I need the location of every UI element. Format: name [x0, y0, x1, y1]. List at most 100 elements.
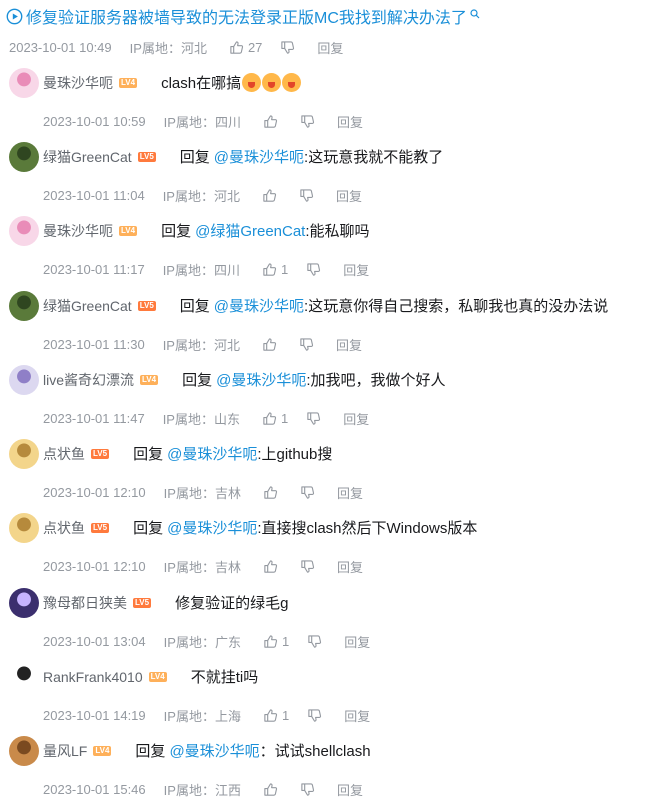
avatar[interactable]	[9, 291, 39, 321]
dislike-button[interactable]	[300, 559, 315, 574]
dislike-button[interactable]	[280, 40, 295, 55]
like-button[interactable]	[263, 485, 282, 500]
like-button[interactable]: 1	[262, 262, 288, 277]
comment-row: 点状鱼 LV5 回复 @曼珠沙华呃:直接搜clash然后下Windows版本 2023-…	[0, 511, 657, 585]
reply-button[interactable]: 回复	[337, 557, 363, 576]
comment-row: RankFrank4010 LV4 不就挂ti吗 2023-10-01 14:19 IP…	[0, 660, 657, 734]
avatar[interactable]	[9, 588, 39, 618]
reply-button[interactable]: 回复	[337, 780, 363, 799]
dislike-button[interactable]	[307, 708, 322, 723]
comment-time: 2023-10-01 11:30	[43, 337, 145, 352]
like-button[interactable]	[262, 188, 281, 203]
comment-text: clash在哪搞	[161, 75, 242, 92]
like-button[interactable]: 1	[263, 708, 289, 723]
mention-link[interactable]: @曼珠沙华呃	[167, 443, 257, 464]
search-icon[interactable]	[470, 9, 480, 19]
like-button[interactable]: 1	[263, 634, 289, 649]
reply-button[interactable]: 回复	[344, 632, 370, 651]
comment-text: :这玩意我就不能教了	[304, 149, 444, 166]
mention-link[interactable]: @曼珠沙华呃	[167, 517, 257, 538]
comment-meta: 2023-10-01 11:17 IP属地：四川 1 回复	[43, 260, 369, 279]
like-button[interactable]	[263, 114, 282, 129]
comment-ip: IP属地：四川	[163, 115, 241, 130]
avatar[interactable]	[9, 216, 39, 246]
comment-time: 2023-10-01 14:19	[43, 708, 146, 723]
dislike-button[interactable]	[306, 411, 321, 426]
avatar[interactable]	[9, 736, 39, 766]
level-badge: LV4	[148, 671, 167, 682]
thumbs-down-icon	[301, 115, 315, 128]
mention-link[interactable]: @曼珠沙华呃	[216, 369, 306, 390]
post-title-link[interactable]: 修复验证服务器被墙导致的无法登录正版MC我找到解决办法了	[6, 4, 480, 28]
username[interactable]: 曼珠沙华呃	[43, 221, 113, 241]
like-button[interactable]	[263, 559, 282, 574]
mention-link[interactable]: @曼珠沙华呃	[214, 146, 304, 167]
username[interactable]: 豫母都日狭美	[43, 593, 127, 613]
reply-button[interactable]: 回复	[337, 483, 363, 502]
comment-header: 绿猫GreenCat LV5 回复 @曼珠沙华呃:这玩意我就不能教了	[43, 146, 443, 167]
reply-button[interactable]: 回复	[344, 706, 370, 725]
reply-button[interactable]: 回复	[337, 112, 363, 131]
thumbs-up-icon	[230, 41, 244, 54]
reply-button[interactable]: 回复	[343, 260, 369, 279]
thumbs-up-icon	[264, 635, 278, 648]
comment-content: clash在哪搞	[161, 72, 302, 93]
dislike-button[interactable]	[300, 114, 315, 129]
like-button[interactable]: 27	[229, 40, 262, 55]
dislike-button[interactable]	[300, 485, 315, 500]
avatar[interactable]	[9, 513, 39, 543]
thumbs-down-icon	[308, 635, 322, 648]
comment-meta: 2023-10-01 10:59 IP属地：四川 回复	[43, 112, 363, 131]
like-button[interactable]	[263, 782, 282, 797]
dislike-button[interactable]	[299, 337, 314, 352]
mention-link[interactable]: @绿猫GreenCat	[195, 220, 305, 241]
comment-time: 2023-10-01 10:59	[43, 114, 146, 129]
thumbs-down-icon	[300, 189, 314, 202]
username[interactable]: 绿猫GreenCat	[43, 147, 132, 167]
avatar[interactable]	[9, 68, 39, 98]
comment-content: 回复 @曼珠沙华呃:这玩意你得自己搜索，私聊我也真的没办法说	[180, 295, 608, 316]
comment-header: 曼珠沙华呃 LV4 clash在哪搞	[43, 72, 302, 93]
avatar[interactable]	[9, 439, 39, 469]
username[interactable]: RankFrank4010	[43, 669, 143, 685]
username[interactable]: 点状鱼	[43, 444, 85, 464]
level-badge: LV5	[91, 522, 110, 533]
dislike-button[interactable]	[306, 262, 321, 277]
reply-button[interactable]: 回复	[343, 409, 369, 428]
dislike-button[interactable]	[299, 188, 314, 203]
mention-link[interactable]: @曼珠沙华呃	[169, 740, 259, 761]
like-button[interactable]	[262, 337, 281, 352]
comment-text: :这玩意你得自己搜索，私聊我也真的没办法说	[304, 298, 609, 315]
avatar[interactable]	[9, 662, 39, 692]
like-count: 1	[280, 411, 289, 426]
username[interactable]: 点状鱼	[43, 518, 85, 538]
comment-time: 2023-10-01 13:04	[43, 634, 146, 649]
comment-header: 曼珠沙华呃 LV4 回复 @绿猫GreenCat:能私聊吗	[43, 220, 370, 241]
username[interactable]: 量风LF	[43, 741, 87, 761]
like-count: 1	[281, 634, 290, 649]
thumbs-down-icon	[308, 709, 322, 722]
username[interactable]: 绿猫GreenCat	[43, 296, 132, 316]
mention-link[interactable]: @曼珠沙华呃	[214, 295, 304, 316]
like-button[interactable]: 1	[262, 411, 288, 426]
level-badge: LV4	[140, 374, 159, 385]
comment-header: RankFrank4010 LV4 不就挂ti吗	[43, 666, 258, 687]
reply-button[interactable]: 回复	[317, 38, 343, 57]
post-title[interactable]: 修复验证服务器被墙导致的无法登录正版MC我找到解决办法了	[26, 4, 467, 28]
comment-row: 点状鱼 LV5 回复 @曼珠沙华呃:上github搜 2023-10-01 12:10 I…	[0, 437, 657, 511]
comment-text: :上github搜	[257, 446, 333, 463]
dislike-button[interactable]	[300, 782, 315, 797]
reply-button[interactable]: 回复	[336, 186, 362, 205]
username[interactable]: live酱奇幻漂流	[43, 370, 134, 390]
comment-content: 不就挂ti吗	[191, 666, 259, 687]
crying-emoji-icon	[282, 73, 302, 92]
crying-emoji-icon	[262, 73, 282, 92]
avatar[interactable]	[9, 142, 39, 172]
comment-meta: 2023-10-01 14:19 IP属地：上海 1 回复	[43, 706, 370, 725]
dislike-button[interactable]	[307, 634, 322, 649]
reply-button[interactable]: 回复	[336, 335, 362, 354]
avatar[interactable]	[9, 365, 39, 395]
username[interactable]: 曼珠沙华呃	[43, 73, 113, 93]
comment-ip: IP属地：山东	[162, 412, 240, 427]
level-badge: LV5	[91, 448, 110, 459]
